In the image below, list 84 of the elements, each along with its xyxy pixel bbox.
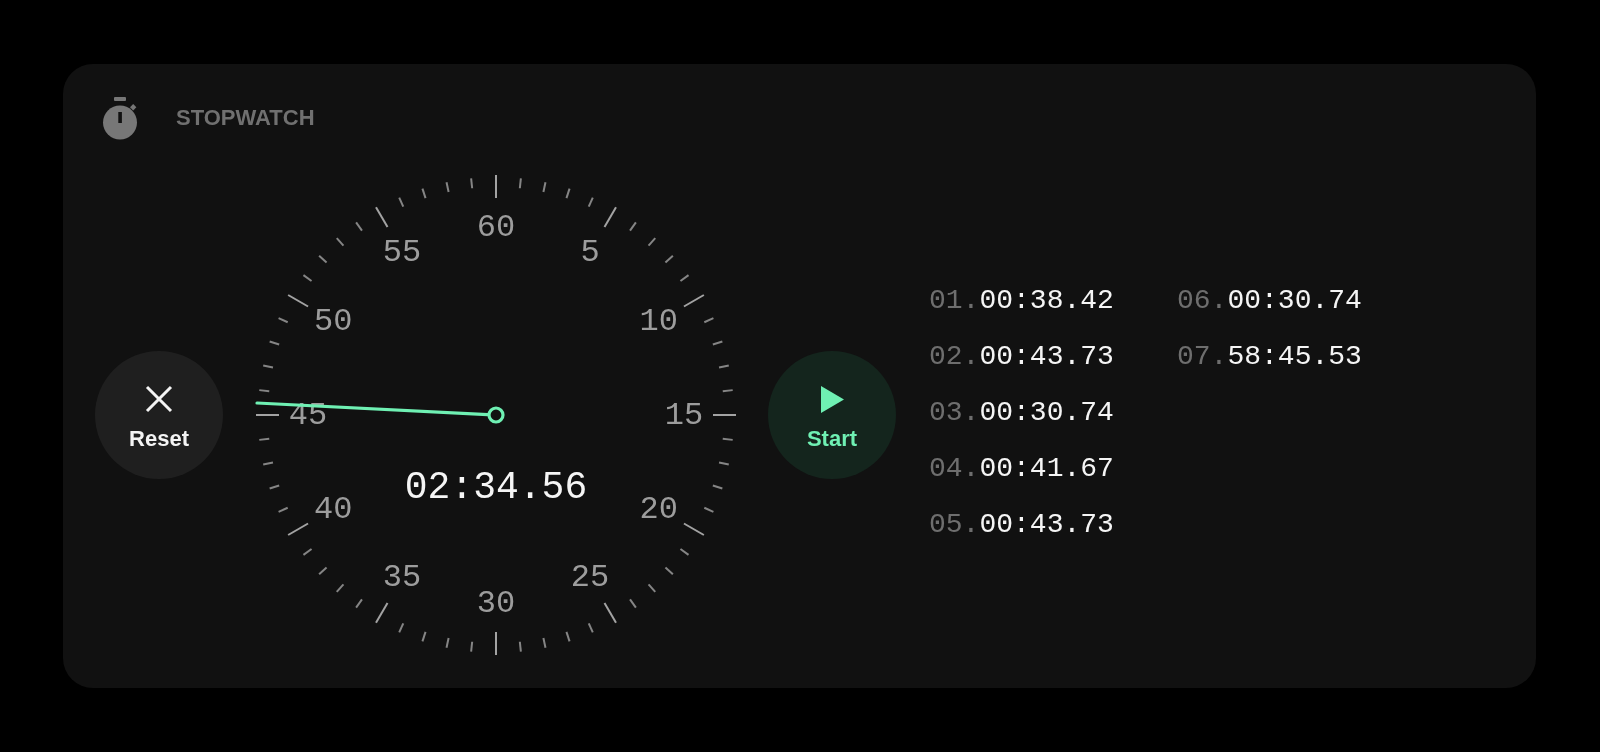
tick-mark [682,294,705,308]
lap-number: 03. [929,396,980,430]
tick-mark [355,221,363,232]
tick-mark [287,294,310,308]
reset-button[interactable]: Reset [95,351,223,479]
tick-mark [565,630,571,643]
tick-mark [682,522,705,536]
tick-mark [375,601,389,624]
tick-mark [398,196,405,208]
dial-number: 15 [664,396,704,434]
tick-mark [518,640,522,653]
tick-mark [629,221,637,232]
tick-mark [421,630,427,643]
dial-number: 25 [570,559,610,597]
lap-number: 06. [1177,284,1228,318]
lap-time: 58:45.53 [1227,340,1362,374]
tick-mark [518,177,522,190]
tick-mark [268,484,281,490]
dial-number: 20 [639,490,678,528]
tick-mark [565,187,571,200]
play-icon [820,385,844,413]
tick-mark [445,181,450,193]
tick-mark [445,637,450,649]
tick-mark [287,522,310,536]
tick-mark [587,196,594,208]
tick-mark [711,340,724,346]
tick-mark [355,598,363,609]
lap-number: 01. [929,284,980,318]
start-button[interactable]: Start [768,351,896,479]
tick-mark [495,631,497,656]
tick-mark [542,637,547,649]
tick-mark [711,484,724,490]
tick-mark [603,206,617,229]
tick-mark [398,622,405,634]
lap-time: 00:30.74 [979,396,1114,430]
tick-mark [721,389,734,393]
lap-number: 05. [929,508,980,542]
tick-mark [679,274,690,282]
lap-number: 04. [929,452,980,486]
tick-mark [470,177,474,190]
tick-mark [703,317,715,324]
elapsed-time: 02:34.56 [404,465,588,509]
dial-number: 60 [476,208,516,246]
lap-number: 02. [929,340,980,374]
tick-mark [587,622,594,634]
tick-mark [258,437,271,441]
dial-number: 35 [382,559,422,597]
tick-mark [262,364,274,369]
lap-time: 00:41.67 [979,452,1114,486]
dial-number: 10 [639,302,678,340]
tick-mark [258,389,271,393]
tick-mark [262,461,274,466]
stopwatch-title: STOPWATCH [176,107,315,129]
tick-mark [302,548,313,556]
tick-mark [268,340,281,346]
lap-time: 00:30.74 [1227,284,1362,318]
lap-time: 00:38.42 [979,284,1114,318]
tick-mark [718,461,730,466]
stopwatch-icon [101,96,139,140]
dial-number: 50 [314,302,353,340]
tick-mark [277,506,289,513]
tick-mark [679,548,690,556]
tick-mark [255,414,280,416]
tick-mark [495,174,497,199]
tick-mark [277,317,289,324]
lap-number: 07. [1177,340,1228,374]
tick-mark [421,187,427,200]
dial-number: 5 [580,233,600,271]
tick-mark [542,181,547,193]
tick-mark [302,274,313,282]
tick-mark [629,598,637,609]
lap-time: 00:43.73 [979,508,1114,542]
dial-number: 30 [476,584,516,622]
tick-mark [703,506,715,513]
tick-mark [375,206,389,229]
tick-mark [603,601,617,624]
tick-mark [721,437,734,441]
tick-mark [718,364,730,369]
lap-time: 00:43.73 [979,340,1114,374]
tick-mark [470,640,474,653]
close-icon [145,385,173,413]
tick-mark [712,414,737,416]
dial-number: 55 [382,233,422,271]
dial-number: 40 [314,490,353,528]
